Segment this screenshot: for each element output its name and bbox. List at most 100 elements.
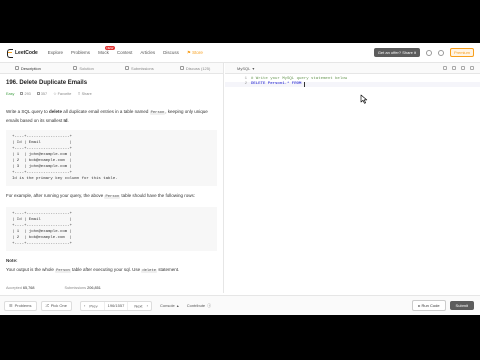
- share-offer-button[interactable]: Get an offer? Share it: [373, 48, 420, 57]
- premium-button[interactable]: Premium: [449, 48, 474, 57]
- editor-panel: MySQL ▾ 1 # Write your MySQL query statem…: [225, 63, 480, 293]
- bottom-bar: ☰ Problems ⤮ Pick One ‹ Prev 196/1557 Next…: [0, 295, 480, 315]
- tab-solution[interactable]: Solution: [56, 66, 112, 71]
- example-text-2: table should have the following rows:: [120, 193, 195, 198]
- note-text-3: statement.: [158, 267, 180, 272]
- settings-icon[interactable]: [461, 66, 465, 70]
- text-caret: [303, 82, 305, 87]
- next-label: Next: [134, 303, 143, 308]
- example-description: For example, after running your query, t…: [6, 192, 217, 201]
- discuss-icon: [179, 66, 184, 70]
- editor-toolbar: MySQL ▾: [225, 63, 480, 74]
- notification-icon[interactable]: [425, 49, 432, 56]
- note-text-2: table after executing your sql. Use: [70, 267, 142, 272]
- nav-articles[interactable]: Articles: [140, 50, 155, 55]
- fullscreen-icon[interactable]: [470, 66, 474, 70]
- nav-mock[interactable]: Mock NEW: [98, 46, 115, 55]
- run-code-label: Run Code: [421, 303, 440, 308]
- desc-id: Id: [63, 118, 68, 123]
- note-text: Your output is the whole Person table af…: [6, 266, 217, 275]
- dislike-button[interactable]: 357: [36, 91, 48, 98]
- tab-description[interactable]: Description: [0, 66, 56, 71]
- tab-discuss[interactable]: Discuss (125): [167, 66, 223, 71]
- problem-panel: Description Solution Submissions Discuss…: [0, 63, 224, 293]
- logo-text: LeetCode: [15, 49, 38, 56]
- submissions-icon: [125, 66, 130, 70]
- editor-tools: [443, 66, 474, 70]
- prev-label: Prev: [89, 303, 98, 308]
- next-button[interactable]: Next ›: [128, 302, 151, 310]
- nav-explore[interactable]: Explore: [48, 50, 63, 55]
- tab-solution-label: Solution: [79, 65, 94, 71]
- info-icon: ⓘ: [207, 302, 212, 308]
- list-icon: ☰: [9, 303, 13, 308]
- avatar-icon[interactable]: [437, 49, 444, 56]
- page-indicator: 196/1557: [105, 301, 129, 310]
- submissions-stat: Submissions 206,851: [65, 286, 101, 290]
- console-label: Console: [160, 303, 175, 308]
- problem-title: 196. Delete Duplicate Emails: [6, 80, 88, 86]
- desc-table-code: Person: [149, 111, 166, 115]
- thumbs-up-icon: [20, 92, 24, 95]
- desc-text-1: Write a SQL query to: [6, 109, 50, 114]
- favorite-label: Favorite: [57, 92, 72, 96]
- note-label: Note:: [6, 258, 18, 263]
- nav-store[interactable]: ⚑ Store: [187, 50, 203, 56]
- submissions-value: 206,851: [87, 286, 101, 290]
- note-text-1: Your output is the whole: [6, 267, 56, 272]
- favorite-button[interactable]: ☆ Favorite: [53, 91, 71, 98]
- problem-tabs: Description Solution Submissions Discuss…: [0, 63, 223, 74]
- tab-submissions-label: Submissions: [131, 65, 154, 71]
- language-select[interactable]: MySQL ▾: [237, 66, 254, 71]
- like-button[interactable]: 293: [20, 91, 31, 98]
- example-table-code: Person: [104, 195, 121, 199]
- like-count: 293: [24, 92, 31, 96]
- leetcode-app: LeetCode Explore Problems Mock NEW Contes…: [0, 43, 480, 315]
- pick-one-button[interactable]: ⤮ Pick One: [40, 300, 72, 311]
- code-text: DELETE Person1.* FROM: [251, 82, 304, 86]
- line-number: 2: [244, 82, 247, 86]
- shuffle-icon: ⤮: [45, 303, 49, 308]
- code-line-current: 2 DELETE Person1.* FROM: [225, 82, 480, 87]
- info-icon[interactable]: [443, 66, 447, 70]
- nav-discuss[interactable]: Discuss: [163, 50, 179, 55]
- problems-label: Problems: [14, 303, 32, 308]
- run-code-button[interactable]: ▸ Run Code: [412, 300, 446, 311]
- accepted-label: Accepted: [6, 286, 22, 290]
- nav-contest[interactable]: Contest: [117, 50, 133, 55]
- prev-button[interactable]: ‹ Prev: [81, 301, 105, 310]
- language-label: MySQL: [237, 65, 251, 71]
- submissions-label: Submissions: [64, 286, 87, 290]
- example-table-input: +----+------------------+ | Id | Email |…: [6, 130, 217, 186]
- code-text-current: DELETE Person1.* FROM: [251, 82, 305, 87]
- nav-store-label: Store: [192, 49, 203, 55]
- note-table-code: Person: [55, 269, 71, 273]
- share-button[interactable]: ⇪ Share: [77, 91, 91, 98]
- dislike-count: 357: [40, 92, 48, 96]
- problem-content: 196. Delete Duplicate Emails Easy 293 35…: [0, 74, 223, 275]
- example-table-output: +----+------------------+ | Id | Email |…: [6, 207, 217, 251]
- tab-discuss-label: Discuss (125): [185, 65, 211, 71]
- note-delete-code: delete: [141, 269, 158, 273]
- problems-list-button[interactable]: ☰ Problems: [4, 300, 37, 311]
- contribute-button[interactable]: Contribute ⓘ: [187, 303, 211, 309]
- reset-icon[interactable]: [452, 66, 456, 70]
- submit-button[interactable]: Submit: [449, 301, 474, 310]
- chevron-down-icon: ▾: [252, 65, 255, 71]
- problem-stats: Accepted 65,768 Submissions 206,851: [6, 286, 101, 290]
- accepted-value: 65,768: [22, 286, 35, 290]
- example-text-1: For example, after running your query, t…: [6, 193, 105, 198]
- description-icon: [14, 66, 19, 70]
- problem-description: Write a SQL query to delete all duplicat…: [6, 109, 208, 123]
- top-navigation: LeetCode Explore Problems Mock NEW Contes…: [0, 43, 480, 63]
- nav-problems[interactable]: Problems: [71, 50, 90, 55]
- code-editor[interactable]: 1 # Write your MySQL query statement bel…: [225, 74, 480, 104]
- video-frame: LeetCode Explore Problems Mock NEW Contes…: [0, 0, 480, 360]
- leetcode-logo[interactable]: LeetCode: [6, 48, 38, 58]
- pagination: ‹ Prev 196/1557 Next ›: [79, 300, 152, 311]
- share-label: Share: [81, 92, 92, 96]
- accepted-stat: Accepted 65,768: [6, 286, 35, 290]
- difficulty-badge: Easy: [6, 92, 15, 96]
- tab-submissions[interactable]: Submissions: [112, 66, 168, 71]
- console-toggle[interactable]: Console ▴: [160, 303, 179, 308]
